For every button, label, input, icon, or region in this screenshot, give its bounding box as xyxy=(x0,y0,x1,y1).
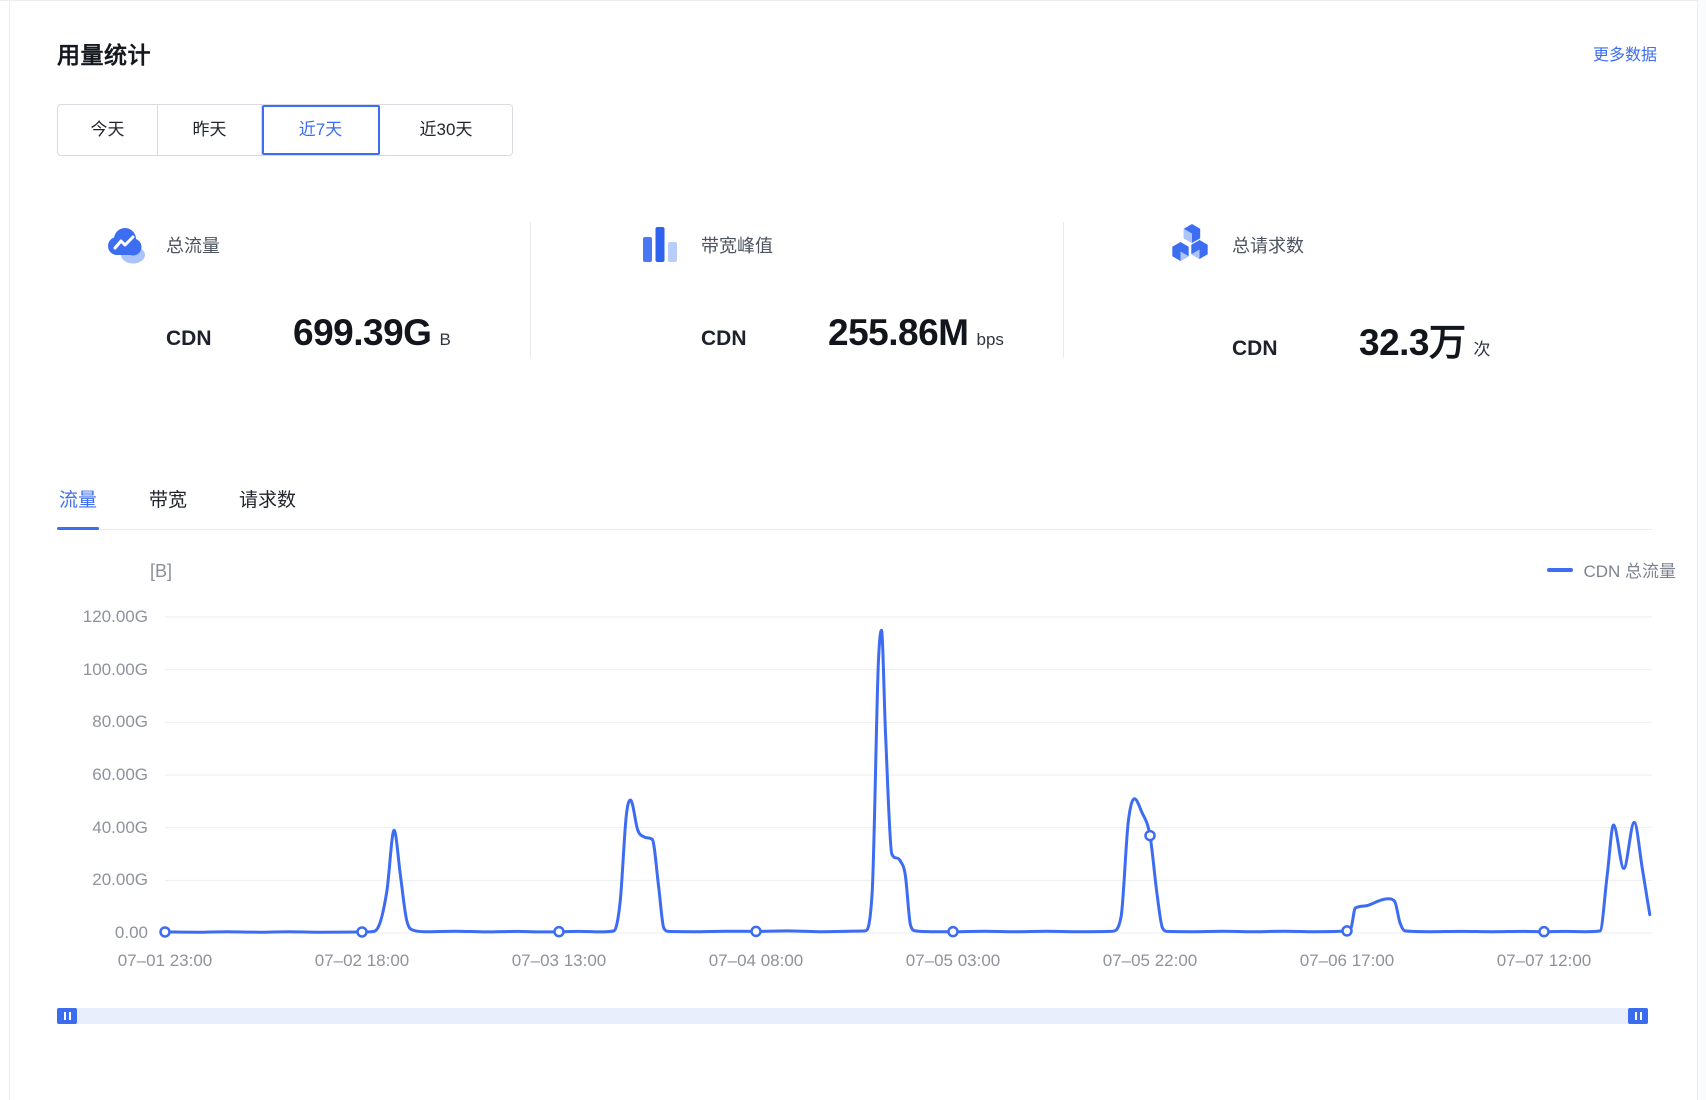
y-axis-tick: 40.00G xyxy=(38,818,148,838)
header: 用量统计 更多数据 xyxy=(57,36,1657,70)
axis-labels: 120.00G 100.00G 80.00G 60.00G 40.00G 20.00G 0.… xyxy=(0,0,1706,1100)
x-axis-tick: 07–06 17:00 xyxy=(1267,951,1427,971)
y-axis-tick: 0.00 xyxy=(38,923,148,943)
range-tab-last7days[interactable]: 近7天 xyxy=(262,105,380,155)
stat-product: CDN xyxy=(701,327,828,351)
usage-stats-panel: 用量统计 更多数据 今天 昨天 近7天 近30天 xyxy=(0,0,1706,1100)
stat-value-total-traffic: 699.39G xyxy=(293,312,431,354)
stat-unit: 次 xyxy=(1474,335,1491,360)
series-line-cdn-total-traffic xyxy=(165,630,1650,932)
data-point-marker xyxy=(752,927,761,936)
y-axis-tick: 80.00G xyxy=(38,712,148,732)
stat-value-total-requests: 32.3万 xyxy=(1359,312,1466,366)
data-point-marker xyxy=(161,927,170,936)
top-divider xyxy=(0,0,1706,1)
tab-bandwidth[interactable]: 带宽 xyxy=(147,470,189,529)
stat-label: 带宽峰值 xyxy=(701,232,773,258)
y-axis-tick: 120.00G xyxy=(38,607,148,627)
tab-requests[interactable]: 请求数 xyxy=(237,470,298,529)
range-tab-yesterday[interactable]: 昨天 xyxy=(158,105,262,155)
stat-unit: B xyxy=(439,330,450,350)
traffic-line-chart xyxy=(0,0,1706,1100)
stat-label: 总请求数 xyxy=(1232,232,1304,258)
y-axis-unit-label: [B] xyxy=(150,561,172,582)
bar-chart-icon xyxy=(637,222,683,268)
data-point-marker xyxy=(358,927,367,936)
stat-product: CDN xyxy=(1232,337,1359,361)
x-axis-tick: 07–05 03:00 xyxy=(873,951,1033,971)
x-axis-tick: 07–01 23:00 xyxy=(85,951,245,971)
data-point-marker xyxy=(1343,926,1352,935)
cubes-icon xyxy=(1168,222,1214,268)
stats-row: 总流量 CDN 699.39G B 带宽峰值 CDN xyxy=(57,210,1652,370)
range-tab-last30days[interactable]: 近30天 xyxy=(380,105,512,155)
more-data-link[interactable]: 更多数据 xyxy=(1593,41,1657,65)
left-divider xyxy=(9,0,10,1100)
y-axis-tick: 20.00G xyxy=(38,870,148,890)
stat-divider xyxy=(1063,222,1064,358)
legend-series-name: CDN 总流量 xyxy=(1583,557,1676,582)
stat-value-peak-bandwidth: 255.86M xyxy=(828,312,969,354)
stat-label: 总流量 xyxy=(166,232,220,258)
data-point-marker xyxy=(949,927,958,936)
stat-unit: bps xyxy=(977,330,1004,350)
stat-card-peak-bandwidth: 带宽峰值 CDN 255.86M bps xyxy=(587,210,1120,370)
datazoom-handle-left[interactable] xyxy=(57,1008,77,1024)
stat-divider xyxy=(530,222,531,358)
legend-line-swatch xyxy=(1547,568,1573,572)
x-axis-tick: 07–05 22:00 xyxy=(1070,951,1230,971)
metric-tabs: 流量 带宽 请求数 xyxy=(57,470,1652,530)
tab-traffic[interactable]: 流量 xyxy=(57,470,99,529)
y-axis-tick: 100.00G xyxy=(38,660,148,680)
page-scrollbar[interactable] xyxy=(1697,0,1706,1100)
date-range-selector: 今天 昨天 近7天 近30天 xyxy=(57,104,513,156)
y-axis-tick: 60.00G xyxy=(38,765,148,785)
chart-legend[interactable]: CDN 总流量 xyxy=(1547,557,1676,582)
datazoom-slider[interactable] xyxy=(57,1008,1648,1024)
datazoom-handle-right[interactable] xyxy=(1628,1008,1648,1024)
data-point-marker xyxy=(1540,927,1549,936)
x-axis-tick: 07–07 12:00 xyxy=(1464,951,1624,971)
range-tab-today[interactable]: 今天 xyxy=(58,105,158,155)
stat-product: CDN xyxy=(166,327,293,351)
x-axis-tick: 07–04 08:00 xyxy=(676,951,836,971)
data-point-marker xyxy=(1146,831,1155,840)
x-axis-tick: 07–02 18:00 xyxy=(282,951,442,971)
stat-card-total-requests: 总请求数 CDN 32.3万 次 xyxy=(1120,210,1652,370)
cloud-traffic-icon xyxy=(102,222,148,268)
stat-card-total-traffic: 总流量 CDN 699.39G B xyxy=(57,210,587,370)
x-axis-tick: 07–03 13:00 xyxy=(479,951,639,971)
datazoom-track[interactable] xyxy=(57,1008,1648,1024)
page-title: 用量统计 xyxy=(57,36,151,70)
data-point-marker xyxy=(555,927,564,936)
